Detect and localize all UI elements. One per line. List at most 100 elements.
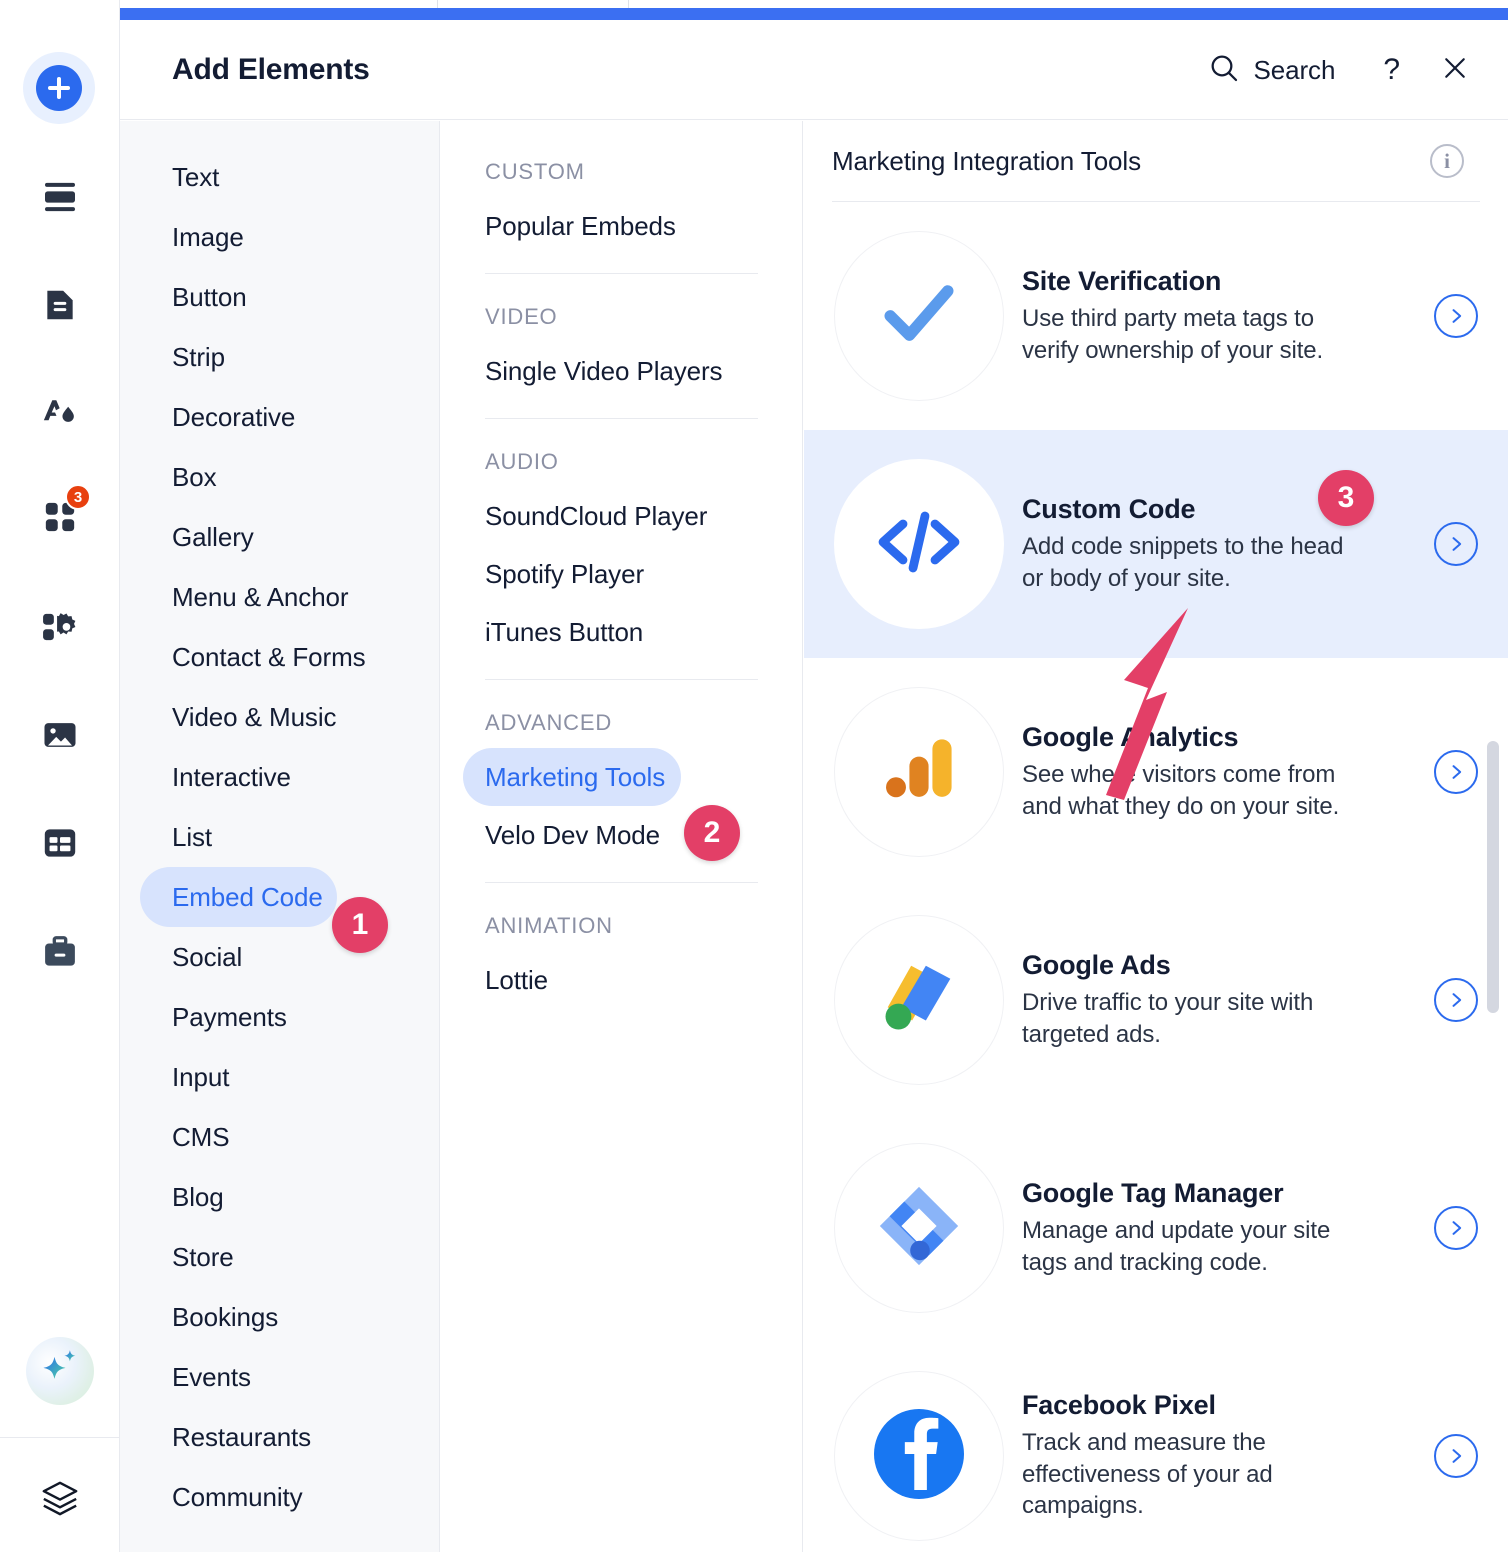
- layers-icon: [39, 1476, 81, 1518]
- subcategory-item-spotify-player[interactable]: Spotify Player: [463, 545, 660, 603]
- category-item-video-music[interactable]: Video & Music: [140, 687, 350, 747]
- subcategory-item-itunes-button[interactable]: iTunes Button: [463, 603, 659, 661]
- rail-item-theme[interactable]: [35, 386, 85, 436]
- subcategory-item-label: Velo Dev Mode: [485, 819, 661, 850]
- tool-icon-wrapper: [834, 1371, 1004, 1541]
- category-item-label: Blog: [172, 1181, 224, 1212]
- close-icon: [1440, 53, 1470, 88]
- subcategory-item-soundcloud-player[interactable]: SoundCloud Player: [463, 487, 723, 545]
- marketing-tools-panel: Marketing Integration Tools i Site Verif…: [804, 121, 1508, 1552]
- rail-item-layout[interactable]: [35, 818, 85, 868]
- tool-row-google-tag-manager[interactable]: Google Tag Manager Manage and update your…: [804, 1114, 1508, 1342]
- category-item-label: Events: [172, 1361, 251, 1392]
- category-item-store[interactable]: Store: [140, 1227, 248, 1287]
- tool-description: Manage and update your site tags and tra…: [1022, 1216, 1331, 1276]
- category-item-events[interactable]: Events: [140, 1347, 265, 1407]
- subcategory-group-divider: [485, 679, 758, 680]
- page-title: Add Elements: [172, 53, 370, 86]
- category-item-text[interactable]: Text: [140, 147, 233, 207]
- category-item-social[interactable]: Social: [140, 927, 256, 987]
- rail-item-pages[interactable]: [35, 280, 85, 330]
- category-item-decorative[interactable]: Decorative: [140, 387, 309, 447]
- chevron-right-icon[interactable]: [1434, 1206, 1478, 1250]
- tool-icon-wrapper: [834, 231, 1004, 401]
- chevron-right-icon[interactable]: [1434, 522, 1478, 566]
- category-item-list[interactable]: List: [140, 807, 226, 867]
- tool-row-site-verification[interactable]: Site Verification Use third party meta ta…: [804, 202, 1508, 430]
- tool-icon-wrapper: [834, 687, 1004, 857]
- close-button[interactable]: [1422, 53, 1478, 88]
- tool-name: Google Analytics: [1022, 721, 1239, 752]
- category-item-button[interactable]: Button: [140, 267, 261, 327]
- subcategory-group-label: AUDIO: [485, 449, 559, 474]
- category-item-label: Decorative: [172, 401, 296, 432]
- rail-divider: [0, 1437, 119, 1438]
- rail-item-sections[interactable]: [35, 172, 85, 222]
- tool-description: See where visitors come from and what th…: [1022, 760, 1340, 820]
- category-item-contact-forms[interactable]: Contact & Forms: [140, 627, 380, 687]
- tool-row-google-ads[interactable]: Google Ads Drive traffic to your site wit…: [804, 886, 1508, 1114]
- category-item-label: Social: [172, 941, 243, 972]
- chevron-right-icon[interactable]: [1434, 750, 1478, 794]
- tools-panel-header: Marketing Integration Tools i: [804, 121, 1508, 201]
- element-category-list: Text Image Button Strip Decorative Box Gallery…: [120, 121, 440, 1552]
- category-item-image[interactable]: Image: [140, 207, 258, 267]
- add-elements-button[interactable]: [23, 52, 95, 124]
- category-item-interactive[interactable]: Interactive: [140, 747, 305, 807]
- subcategory-item-label: iTunes Button: [485, 616, 644, 647]
- chevron-right-icon[interactable]: [1434, 1434, 1478, 1478]
- subcategory-item-marketing-tools[interactable]: Marketing Tools: [463, 748, 682, 806]
- subcategory-item-label: Marketing Tools: [485, 761, 666, 792]
- chevron-right-icon[interactable]: [1434, 978, 1478, 1022]
- category-item-label: Button: [172, 281, 247, 312]
- tool-icon-wrapper: [834, 915, 1004, 1085]
- tools-scrollbar-thumb[interactable]: [1487, 741, 1499, 1013]
- element-subcategory-list: CUSTOM Popular Embeds VIDEO Single Video Pl…: [441, 121, 803, 1552]
- category-item-box[interactable]: Box: [140, 447, 231, 507]
- tool-row-facebook-pixel[interactable]: Facebook Pixel Track and measure the effe…: [804, 1342, 1508, 1552]
- category-item-restaurants[interactable]: Restaurants: [140, 1407, 325, 1467]
- category-item-bookings[interactable]: Bookings: [140, 1287, 292, 1347]
- chevron-right-icon[interactable]: [1434, 294, 1478, 338]
- category-item-label: Embed Code: [172, 881, 323, 912]
- tool-row-google-analytics[interactable]: Google Analytics See where visitors come …: [804, 658, 1508, 886]
- search-button[interactable]: Search: [1208, 52, 1362, 89]
- category-item-label: Gallery: [172, 521, 254, 552]
- rail-item-ai[interactable]: [26, 1337, 94, 1405]
- category-item-input[interactable]: Input: [140, 1047, 243, 1107]
- category-item-strip[interactable]: Strip: [140, 327, 239, 387]
- category-item-payments[interactable]: Payments: [140, 987, 301, 1047]
- category-item-embed-code[interactable]: Embed Code: [140, 867, 337, 927]
- tools-panel-title: Marketing Integration Tools: [832, 145, 1141, 176]
- rail-item-business[interactable]: [35, 927, 85, 977]
- category-item-gallery[interactable]: Gallery: [140, 507, 268, 567]
- subcategory-group-divider: [485, 273, 758, 274]
- rail-item-apps[interactable]: 3: [35, 484, 91, 542]
- tool-name: Facebook Pixel: [1022, 1389, 1216, 1420]
- facebook-icon: [865, 1400, 973, 1513]
- media-image-icon: [41, 716, 79, 754]
- subcategory-item-velo-dev-mode[interactable]: Velo Dev Mode: [463, 806, 676, 864]
- step-badge-2: 2: [684, 805, 740, 861]
- category-item-cms[interactable]: CMS: [140, 1107, 243, 1167]
- tool-icon-wrapper: [834, 1143, 1004, 1313]
- app-root: 3 Add Elements Search ? Text Image Butto…: [0, 0, 1508, 1552]
- rail-item-media[interactable]: [35, 710, 85, 760]
- subcategory-item-popular-embeds[interactable]: Popular Embeds: [463, 197, 692, 255]
- category-item-blog[interactable]: Blog: [140, 1167, 238, 1227]
- google-analytics-icon: [873, 724, 965, 821]
- rail-item-dev-tools[interactable]: [35, 602, 85, 652]
- tool-name: Site Verification: [1022, 265, 1222, 296]
- layout-grid-icon: [41, 824, 79, 862]
- subcategory-item-single-video-players[interactable]: Single Video Players: [463, 342, 738, 400]
- category-item-community[interactable]: Community: [140, 1467, 317, 1527]
- search-icon: [1208, 52, 1240, 89]
- subcategory-item-lottie[interactable]: Lottie: [463, 951, 564, 1009]
- tool-row-custom-code[interactable]: Custom Code Add code snippets to the head…: [804, 430, 1508, 658]
- rail-item-layers[interactable]: [35, 1472, 85, 1522]
- info-icon[interactable]: i: [1430, 144, 1464, 178]
- category-item-label: Input: [172, 1061, 230, 1092]
- category-item-menu-anchor[interactable]: Menu & Anchor: [140, 567, 362, 627]
- help-button[interactable]: ?: [1361, 55, 1422, 85]
- step-badge-3: 3: [1318, 470, 1374, 526]
